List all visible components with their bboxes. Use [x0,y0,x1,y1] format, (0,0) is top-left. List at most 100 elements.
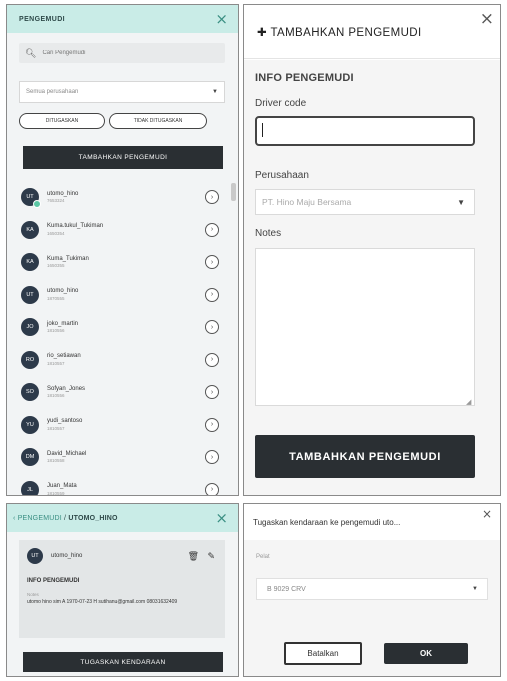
avatar: UT [21,188,41,209]
driver-code: 1810557 [47,360,65,366]
avatar: JO [21,318,39,337]
online-status-icon [33,200,41,209]
driver-code: 1810559 [47,490,65,496]
list-item[interactable]: KA Kuma.tukul_Tukiman 1650354 › [21,214,225,247]
driver-code: 1650354 [47,230,65,236]
driver-list-panel: PENGEMUDI × 🔍︎ Semua perusahaan ▼ DITUGA… [6,4,239,496]
submit-add-driver-button[interactable]: TAMBAHKAN PENGEMUDI [255,435,475,478]
search-icon: 🔍︎ [25,47,37,58]
chevron-right-icon[interactable]: › [205,417,219,432]
driver-list-title: PENGEMUDI [19,15,65,23]
company-filter-select[interactable]: Semua perusahaan ▼ [19,81,225,103]
notes-text: utomo hino sim A 1970-07-23 H sutihanu@g… [27,599,178,605]
list-item[interactable]: SO Sofyan_Jones 1810556 › [21,376,225,409]
company-select-value: PT. Hino Maju Bersama [262,197,352,207]
close-icon[interactable]: × [215,11,228,27]
dialog-title: Tugaskan kendaraan ke pengemudi uto... [253,518,401,527]
chevron-down-icon: ▼ [472,586,478,592]
chevron-right-icon[interactable]: › [205,352,219,367]
pencil-icon[interactable]: ✎ [207,551,215,562]
list-item[interactable]: JL Juan_Mata 1810559 › [21,474,225,496]
plate-select[interactable]: B 9029 CRV ▼ [256,578,488,600]
driver-name: Sofyan_Jones [47,385,86,392]
avatar: JL [21,480,39,495]
driver-name: utomo_hino [47,288,79,295]
breadcrumb-parent[interactable]: PENGEMUDI [18,515,62,522]
dialog-body: Pelat B 9029 CRV ▼ Batalkan OK [244,540,500,676]
resize-handle-icon[interactable]: ◢ [466,398,471,406]
assign-vehicle-button[interactable]: TUGASKAN KENDARAAN [23,652,223,672]
driver-code: 1810557 [47,425,65,431]
list-item[interactable]: RO rio_setiawan 1810557 › [21,344,225,377]
section-title: INFO PENGEMUDI [27,578,80,584]
breadcrumb: ‹ PENGEMUDI / UTOMO_HINO [13,515,118,522]
company-label: Perusahaan [255,170,309,181]
notes-label: Notes [255,228,282,239]
driver-name: utomo_hino [51,553,83,559]
driver-code-field[interactable] [255,116,475,146]
driver-header-row: UT utomo_hino 🗑︎ ✎ [27,548,217,564]
company-filter-value: Semua perusahaan [26,89,79,95]
list-scrollbar[interactable] [231,183,236,201]
driver-detail-header: ‹ PENGEMUDI / UTOMO_HINO × [7,504,238,532]
driver-name: yudi_santoso [47,418,83,425]
driver-name: David_Michael [47,450,87,457]
driver-info-card: UT utomo_hino 🗑︎ ✎ INFO PENGEMUDI Notes … [19,540,225,638]
chip-assigned[interactable]: DITUGASKAN [19,113,105,129]
close-icon[interactable]: × [482,507,492,521]
chip-unassigned[interactable]: TIDAK DITUGASKAN [109,113,207,129]
list-item[interactable]: YU yudi_santoso 1810557 › [21,409,225,442]
trash-icon[interactable]: 🗑︎ [188,551,199,562]
notes-label: Notes [27,592,39,597]
search-input[interactable] [42,50,203,56]
avatar: UT [21,285,39,304]
chevron-right-icon[interactable]: › [205,320,219,335]
driver-list-header: PENGEMUDI × [7,5,238,33]
driver-code: 1810556 [47,328,65,334]
add-driver-button[interactable]: TAMBAHKAN PENGEMUDI [23,146,223,169]
avatar: RO [21,350,39,369]
close-icon[interactable]: × [480,9,494,29]
avatar: DM [21,448,39,467]
chevron-right-icon[interactable]: › [205,450,219,465]
driver-name: Kuma_Tukiman [47,255,89,262]
plate-label: Pelat [256,554,270,560]
section-title: INFO PENGEMUDI [255,72,354,84]
chevron-down-icon: ▼ [457,197,465,207]
driver-name: rio_setiawan [47,353,81,360]
driver-code: 1810556 [47,393,65,399]
driver-code: 1650355 [47,263,65,269]
avatar: SO [21,383,39,402]
driver-code: 1870555 [47,295,65,301]
chevron-right-icon[interactable]: › [205,222,219,237]
chevron-right-icon[interactable]: › [205,287,219,302]
company-select[interactable]: PT. Hino Maju Bersama ▼ [255,189,475,215]
search-box[interactable]: 🔍︎ [19,43,225,63]
cancel-button[interactable]: Batalkan [284,642,362,665]
notes-textarea[interactable] [255,248,475,406]
assign-vehicle-dialog: Tugaskan kendaraan ke pengemudi uto... ×… [243,503,501,677]
chevron-right-icon[interactable]: › [205,482,219,495]
list-item[interactable]: UT utomo_hino 1870555 › [21,279,225,312]
chevron-right-icon[interactable]: › [205,385,219,400]
ok-button[interactable]: OK [384,643,468,664]
avatar: YU [21,415,39,434]
list-item[interactable]: DM David_Michael 1810558 › [21,441,225,474]
list-item[interactable]: UT utomo_hino 7653324 › [21,181,225,214]
breadcrumb-current: UTOMO_HINO [68,514,118,522]
driver-list: UT utomo_hino 7653324 › KA Kuma.tukul_Tuk… [21,181,225,496]
avatar: KA [21,220,39,239]
driver-name: Juan_Mata [47,483,77,490]
status-filter-chips: DITUGASKAN TIDAK DITUGASKAN [19,113,207,129]
driver-name: utomo_hino [47,190,79,197]
close-icon[interactable]: × [215,510,228,526]
chevron-right-icon[interactable]: › [205,255,219,270]
chevron-right-icon[interactable]: › [205,190,219,205]
driver-name: joko_martin [47,320,79,327]
list-item[interactable]: JO joko_martin 1810556 › [21,311,225,344]
chevron-down-icon: ▼ [212,89,218,95]
text-cursor [262,123,263,137]
add-driver-form: INFO PENGEMUDI Driver code Perusahaan PT… [244,60,500,495]
list-item[interactable]: KA Kuma_Tukiman 1650355 › [21,246,225,279]
breadcrumb-separator: / [64,514,67,522]
